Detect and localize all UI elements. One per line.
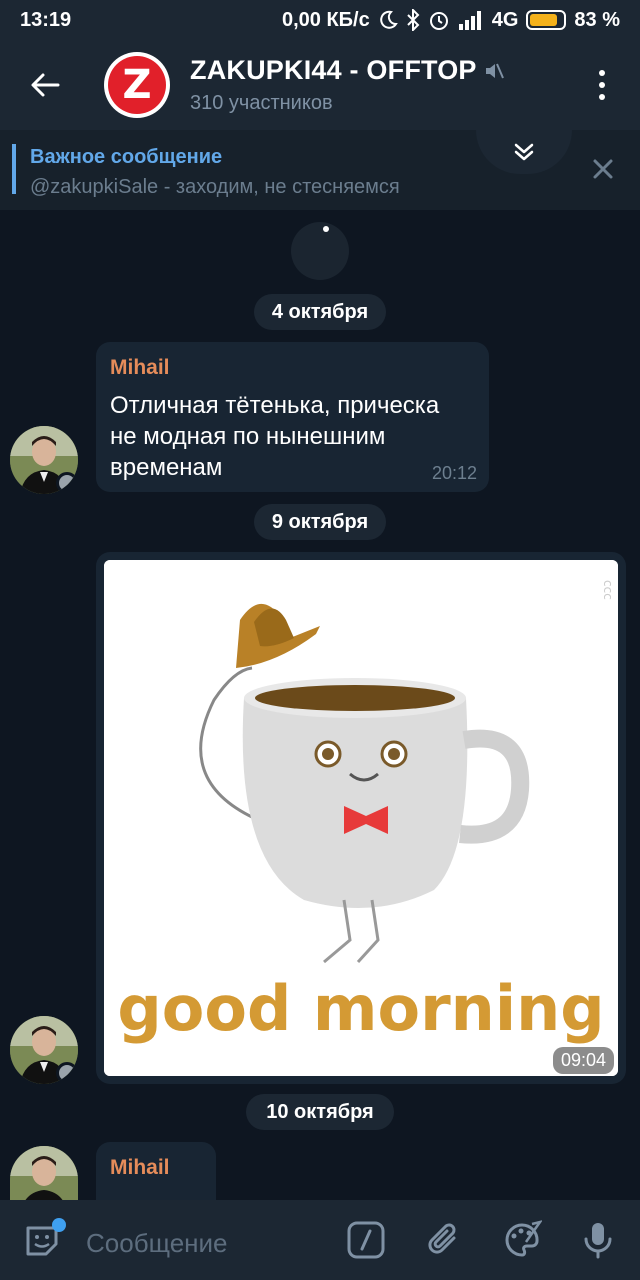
chat-header: Z ZAKUPKI44 - OFFTOP 310 участников (0, 40, 640, 130)
good-morning-gif[interactable]: ccc good morning (104, 560, 618, 1076)
online-status-dot (56, 1062, 78, 1084)
network-type: 4G (491, 8, 519, 31)
bluetooth-icon (406, 9, 420, 31)
loading-indicator (291, 222, 349, 280)
arrow-left-icon (31, 73, 60, 97)
bot-commands-button[interactable] (346, 1220, 386, 1260)
chat-avatar[interactable]: Z (104, 52, 170, 118)
avatar[interactable] (10, 1016, 78, 1084)
attach-button[interactable] (424, 1220, 464, 1260)
battery-percent: 83 % (574, 8, 620, 31)
dot-icon (599, 70, 605, 76)
paint-button[interactable] (502, 1220, 542, 1260)
muted-speaker-icon (485, 63, 504, 78)
dot-icon (599, 94, 605, 100)
avatar[interactable] (10, 426, 78, 494)
date-separator: 4 октября (254, 294, 386, 330)
message-time: 20:12 (431, 463, 477, 483)
watermark-text: ccc (601, 580, 615, 600)
status-icons: 0,00 КБ/с 4G 83 % (282, 9, 620, 32)
members-count: 310 участников (190, 92, 333, 114)
slash-command-icon (347, 1221, 385, 1259)
message-text: Отличная тётенька, прическа не модная по… (110, 392, 440, 481)
pinned-accent-bar (12, 144, 16, 194)
alarm-icon (428, 9, 450, 31)
avatar[interactable] (10, 1146, 78, 1200)
sender-name[interactable]: Mihail (110, 356, 170, 380)
message-input[interactable]: Сообщение (86, 1228, 228, 1259)
message-time: 09:04 (552, 1047, 614, 1074)
back-button[interactable] (0, 40, 90, 130)
message-bubble[interactable]: Mihail Отличная тётенька, прическа не мо… (96, 342, 489, 492)
signal-icon (458, 10, 484, 30)
status-time: 13:19 (20, 8, 72, 31)
chat-title-area[interactable]: ZAKUPKI44 - OFFTOP 310 участников (190, 55, 505, 115)
sender-name[interactable]: Mihail (110, 1156, 170, 1180)
battery-icon (526, 10, 567, 30)
palette-icon (505, 1220, 542, 1257)
pinned-text: @zakupkiSale - заходим, не стесняемся (30, 176, 400, 198)
moon-icon (378, 10, 398, 30)
coffee-cup-image: ccc good morning (104, 560, 618, 1076)
microphone-icon (584, 1223, 612, 1259)
gif-caption: good morning (117, 972, 604, 1045)
chat-avatar-letter: Z (108, 56, 166, 114)
notification-dot (52, 1218, 66, 1232)
date-separator: 9 октября (254, 504, 386, 540)
message-input-bar: Сообщение (0, 1200, 640, 1280)
paperclip-icon (428, 1223, 456, 1254)
pinned-title: Важное сообщение (30, 146, 223, 168)
close-icon (593, 159, 613, 179)
message-bubble[interactable]: Mihail (96, 1142, 216, 1200)
dot-icon (599, 82, 605, 88)
date-separator: 10 октября (246, 1094, 394, 1130)
online-status-dot (56, 472, 78, 494)
net-speed: 0,00 КБ/с (281, 8, 370, 31)
more-menu-button[interactable] (590, 70, 614, 100)
double-chevron-down-icon (514, 143, 534, 161)
close-pinned-button[interactable] (588, 154, 618, 184)
status-bar: 13:19 0,00 КБ/с 4G 83 % (0, 0, 640, 40)
media-message[interactable]: ccc good morning 09:04 (96, 552, 626, 1084)
voice-record-button[interactable] (578, 1220, 618, 1260)
chat-title: ZAKUPKI44 - OFFTOP (190, 55, 477, 85)
user-photo-icon (10, 1146, 78, 1200)
